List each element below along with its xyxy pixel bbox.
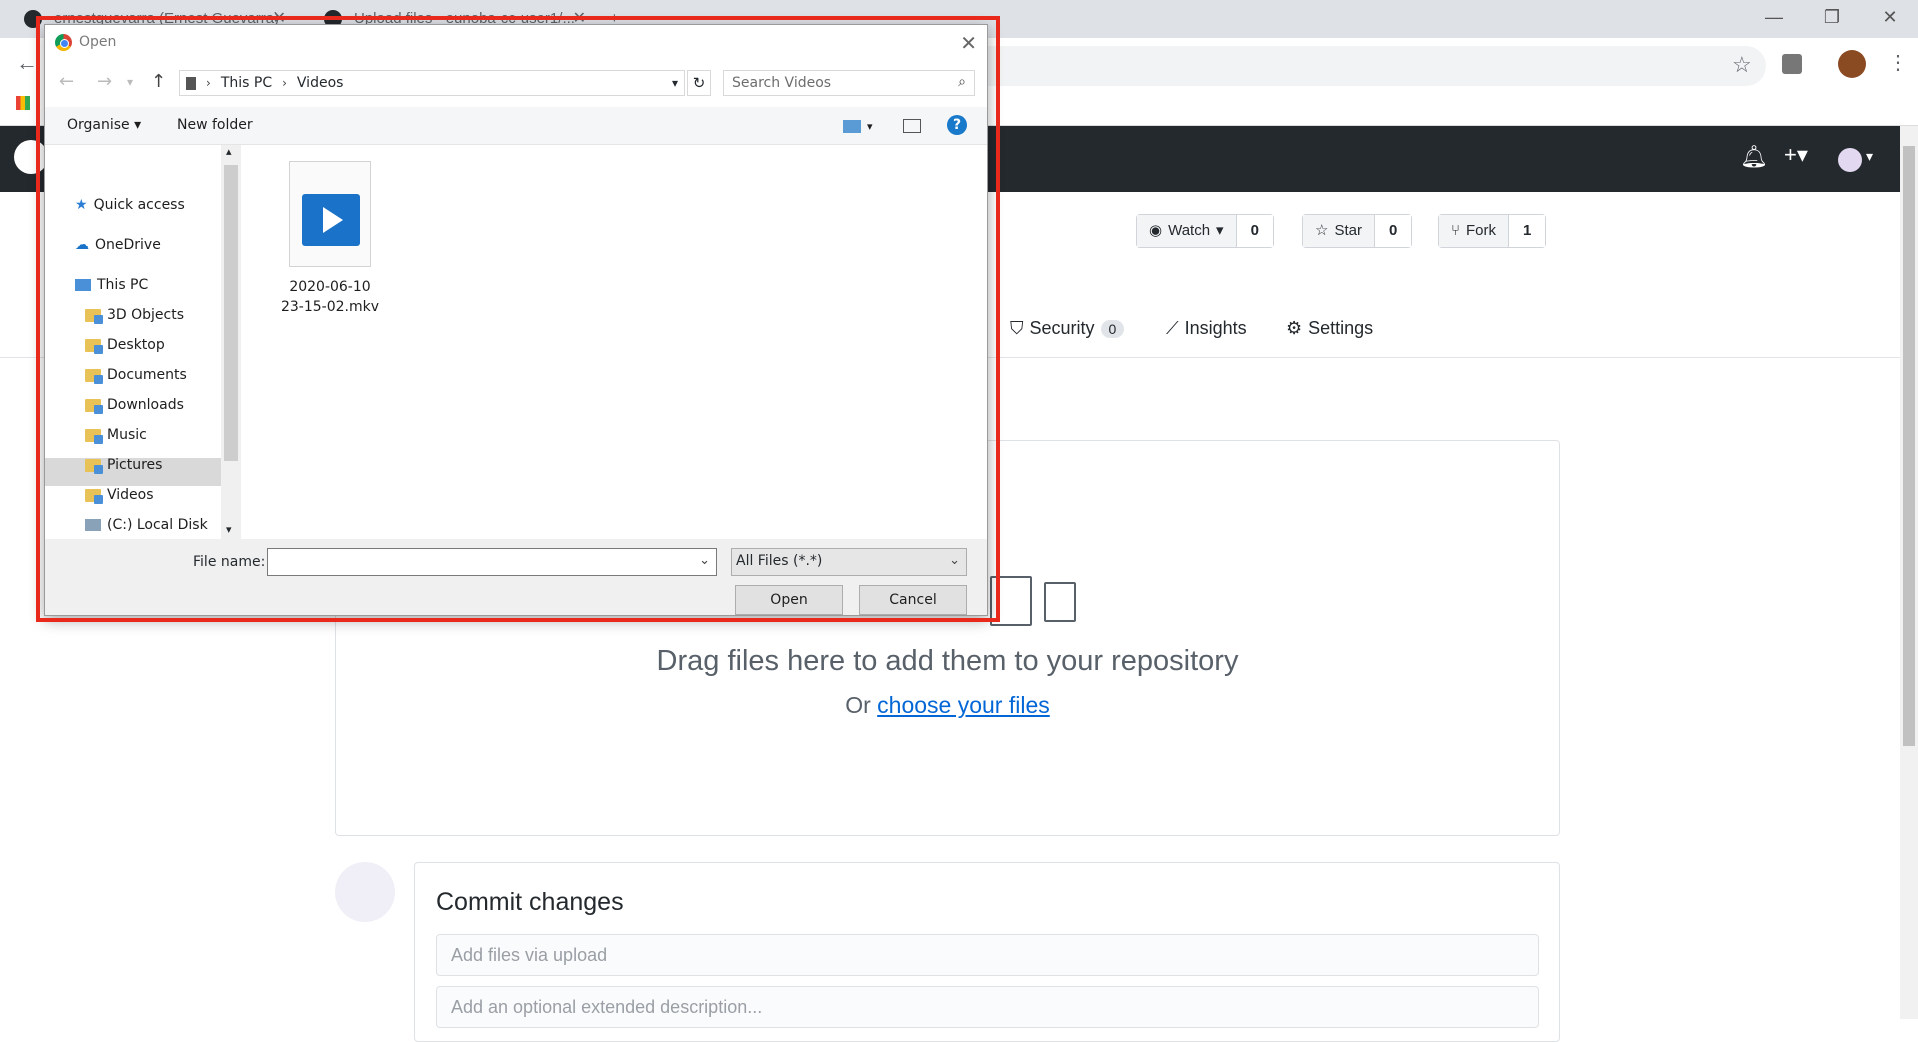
star-button[interactable]: ☆ Star [1303,215,1375,247]
security-counter: 0 [1100,319,1125,338]
tab-settings-label: Settings [1308,318,1374,338]
pdf-icon [1044,582,1076,622]
watch-button[interactable]: ◉ Watch ▾ [1137,215,1237,247]
choose-files-link[interactable]: choose your files [877,692,1050,718]
tab-insights-label: Insights [1184,318,1247,338]
apps-grid-icon[interactable] [16,96,30,110]
scrollbar-thumb[interactable] [1903,146,1915,746]
tab-settings[interactable]: ⚙ Settings [1286,318,1373,339]
fork-label: Fork [1466,222,1497,239]
fork-count[interactable]: 1 [1509,215,1546,247]
restore-window-button[interactable]: ❐ [1804,2,1860,32]
commit-description-input[interactable]: Add an optional extended description... [436,986,1539,1028]
drag-files-heading: Drag files here to add them to your repo… [656,645,1239,677]
commit-summary-input[interactable]: Add files via upload [436,934,1539,976]
star-button-group: ☆ Star 0 [1302,214,1413,248]
chevron-down-icon: ▾ [1216,222,1224,239]
user-avatar[interactable] [1838,148,1862,172]
tab-security-label: Security [1029,318,1095,338]
close-window-button[interactable]: ✕ [1862,2,1918,32]
fork-icon: ⑂ [1451,222,1461,239]
choose-files-line: Or choose your files [335,692,1560,719]
minimize-window-button[interactable]: — [1746,2,1802,32]
profile-avatar[interactable] [1838,50,1866,78]
eye-icon: ◉ [1149,222,1163,239]
bookmark-star-icon[interactable]: ☆ [1732,52,1752,78]
chevron-down-icon[interactable]: ▾ [1866,148,1873,165]
commit-changes-title: Commit changes [436,888,624,916]
fork-button[interactable]: ⑂ Fork [1439,215,1510,247]
or-text: Or [845,692,878,718]
tab-insights[interactable]: ⟋ Insights [1166,318,1247,339]
tab-security[interactable]: ⛉ Security 0 [1010,318,1125,339]
watch-label: Watch [1168,222,1211,239]
star-count[interactable]: 0 [1374,215,1412,247]
watch-button-group: ◉ Watch ▾ 0 [1136,214,1274,248]
chrome-menu-icon[interactable]: ⋮ [1888,50,1908,75]
extension-icon[interactable] [1782,54,1802,74]
highlight-box [36,16,1000,622]
back-arrow-icon[interactable]: ← [16,50,38,76]
notifications-bell-icon[interactable]: 🔔︎ [1740,144,1768,170]
gear-icon: ⚙ [1286,318,1303,338]
committer-avatar [335,862,395,922]
star-icon: ☆ [1315,222,1329,239]
watch-count[interactable]: 0 [1236,215,1273,247]
fork-button-group: ⑂ Fork 1 [1438,214,1547,248]
create-new-plus-icon[interactable]: +▾ [1784,142,1808,168]
page-scrollbar[interactable] [1900,126,1918,1019]
shield-icon: ⛉ [1010,318,1024,338]
star-label: Star [1334,222,1362,239]
graph-icon: ⟋ [1166,318,1179,338]
